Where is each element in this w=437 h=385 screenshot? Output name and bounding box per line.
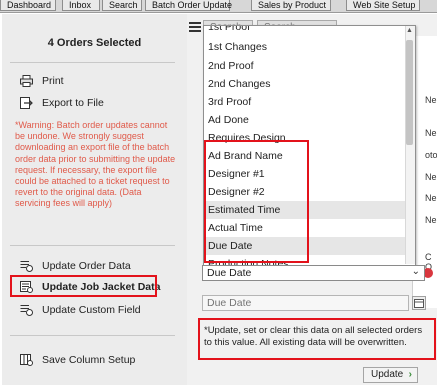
chevron-down-icon: ⌄ <box>411 266 420 277</box>
export-label: Export to File <box>42 97 104 109</box>
dropdown-option[interactable]: 2nd Proof <box>204 57 405 75</box>
grid-cell: Ne <box>425 215 437 225</box>
orders-selected-title: 4 Orders Selected <box>47 37 142 49</box>
scrollbar-thumb[interactable] <box>406 40 413 145</box>
divider <box>10 245 175 246</box>
update-button[interactable]: Update › <box>363 367 418 383</box>
grid-cell: oto <box>425 150 437 160</box>
nav-tab-batch-order-update[interactable]: Batch Order Update <box>145 0 232 11</box>
highlight-box <box>204 140 309 263</box>
save-column-setup-label: Save Column Setup <box>42 354 136 366</box>
dropdown-option[interactable]: 1st Changes <box>204 38 405 56</box>
dropdown-option[interactable]: 1st Proof <box>204 26 405 36</box>
print-label: Print <box>42 75 64 87</box>
highlight-box <box>10 275 157 297</box>
dropdown-option[interactable]: 3rd Proof <box>204 93 405 111</box>
divider <box>10 62 175 63</box>
printer-icon <box>20 75 33 87</box>
update-custom-field-label: Update Custom Field <box>42 304 141 316</box>
nav-tab-search[interactable]: Search <box>102 0 142 11</box>
top-nav-bar: Dashboard Inbox Search Batch Order Updat… <box>0 0 437 13</box>
dropdown-option[interactable]: 2nd Changes <box>204 75 405 93</box>
calendar-icon[interactable] <box>412 296 426 310</box>
nav-tab-inbox[interactable]: Inbox <box>62 0 100 11</box>
divider <box>10 335 175 336</box>
field-select[interactable]: Due Date ⌄ <box>202 265 425 281</box>
update-button-label: Update <box>371 369 404 380</box>
custom-field-icon <box>20 304 33 316</box>
menu-icon[interactable] <box>189 22 201 32</box>
highlight-box <box>198 318 436 360</box>
grid-cell: Ne <box>425 95 437 105</box>
columns-icon <box>20 354 33 366</box>
scroll-up-icon[interactable]: ▲ <box>405 26 414 36</box>
grid-cell: Ne <box>425 193 437 203</box>
nav-tab-web-site-setup[interactable]: Web Site Setup <box>346 0 420 11</box>
arrow-right-icon: › <box>408 369 412 380</box>
batch-update-warning: *Warning: Batch order updates cannot be … <box>15 120 176 209</box>
nav-tab-sales-by-product[interactable]: Sales by Product <box>251 0 331 11</box>
dropdown-option[interactable]: Ad Done <box>204 111 405 129</box>
update-order-data-label: Update Order Data <box>42 260 131 272</box>
export-icon <box>20 97 33 109</box>
nav-tab-dashboard[interactable]: Dashboard <box>0 0 56 11</box>
grid-cell: Ne <box>425 172 437 182</box>
due-date-input[interactable] <box>202 295 409 311</box>
field-select-value: Due Date <box>207 267 252 279</box>
grid-cell: Ne <box>425 128 437 138</box>
update-list-icon <box>20 260 33 272</box>
